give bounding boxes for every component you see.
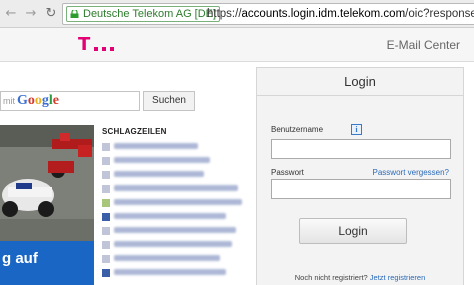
login-panel: Login Benutzername i Passwort Passwort v…	[256, 67, 464, 285]
login-button[interactable]: Login	[299, 218, 407, 244]
thumbnail-icon	[102, 199, 110, 207]
security-label: Deutsche Telekom AG [DE]	[83, 8, 217, 20]
google-logo: Google	[17, 93, 59, 108]
bullet-icon	[102, 241, 110, 249]
news-photo[interactable]: g auf	[0, 125, 94, 285]
register-link[interactable]: Jetzt registrieren	[370, 273, 425, 282]
portal-content: mit Google Suchen g auf SCHLAGZEILEN	[0, 63, 252, 285]
username-field[interactable]	[271, 139, 451, 159]
search-button[interactable]: Suchen	[143, 91, 195, 111]
register-text: Noch nicht registriert?	[294, 273, 368, 282]
bullet-icon	[102, 185, 110, 193]
headlines-title: SCHLAGZEILEN	[102, 127, 167, 136]
register-row: Noch nicht registriert? Jetzt registrier…	[257, 273, 463, 282]
browser-toolbar: ← → ↻ Deutsche Telekom AG [DE] https://a…	[0, 0, 474, 28]
site-header: T E-Mail Center	[0, 28, 474, 62]
username-label: Benutzername	[271, 125, 324, 134]
url-scheme: https://	[207, 8, 242, 20]
bullet-icon	[102, 157, 110, 165]
telekom-t-logo[interactable]: T	[72, 34, 122, 56]
bullet-icon	[102, 227, 110, 235]
reload-icon[interactable]: ↻	[44, 6, 58, 22]
security-badge[interactable]: Deutsche Telekom AG [DE]	[66, 6, 221, 22]
page-title: E-Mail Center	[386, 38, 460, 52]
bullet-icon	[102, 143, 110, 151]
url-text[interactable]: https://accounts.login.idm.telekom.com/o…	[207, 4, 474, 24]
news-photo-caption[interactable]: g auf	[0, 241, 94, 285]
thumbnail-icon	[102, 269, 110, 277]
thumbnail-icon	[102, 213, 110, 221]
search-input[interactable]: mit Google	[0, 91, 140, 111]
arrow-right-icon[interactable]: →	[24, 6, 38, 22]
login-title: Login	[257, 68, 463, 96]
password-field[interactable]	[271, 179, 451, 199]
bullet-icon	[102, 171, 110, 179]
race-car-image	[0, 125, 94, 241]
password-label: Passwort	[271, 168, 304, 177]
address-bar[interactable]: Deutsche Telekom AG [DE] https://account…	[62, 3, 474, 25]
search-prefix: mit	[3, 96, 15, 106]
arrow-left-icon[interactable]: ←	[4, 6, 18, 22]
bullet-icon	[102, 255, 110, 263]
forgot-password-link[interactable]: Passwort vergessen?	[373, 168, 449, 177]
lock-icon	[70, 10, 79, 18]
info-icon[interactable]: i	[351, 124, 362, 135]
url-path: /oic?response_	[405, 8, 474, 20]
url-host: accounts.login.idm.telekom.com	[241, 8, 406, 20]
